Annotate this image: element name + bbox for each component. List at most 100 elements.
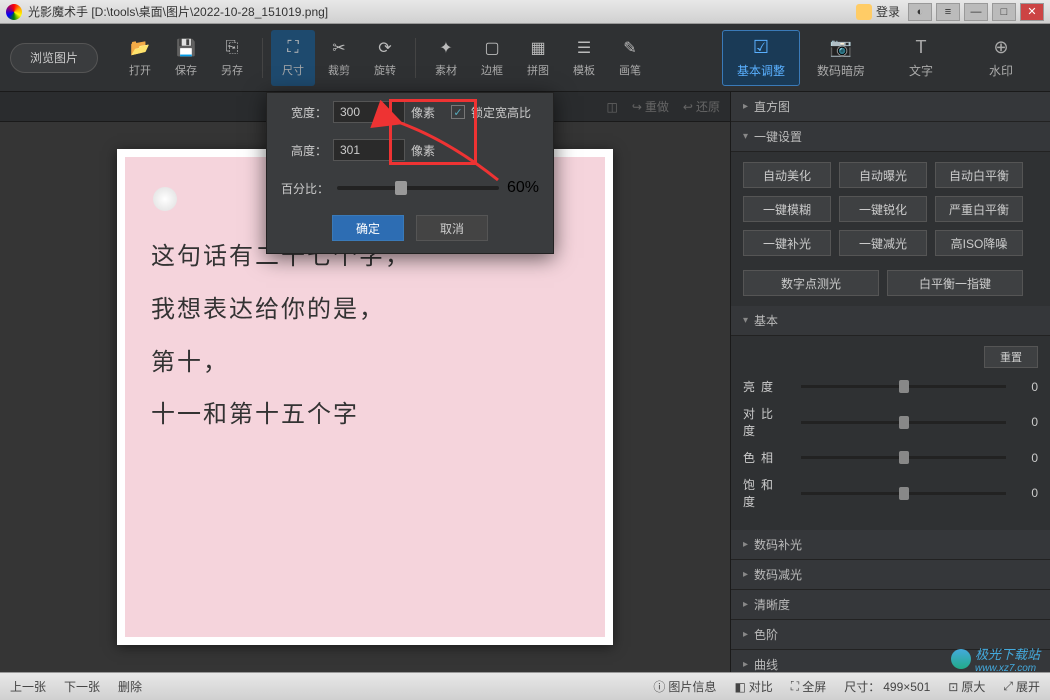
- edit-tools: ⛶尺寸 ✂裁剪 ⟳旋转: [271, 30, 407, 86]
- canvas-text: 这句话有二十七个字， 我想表达给你的是， 第十， 十一和第十五个字: [151, 231, 579, 442]
- slider-thumb[interactable]: [899, 451, 909, 464]
- fullscreen-button[interactable]: ⛶ 全屏: [791, 678, 826, 695]
- section-清晰度[interactable]: 清晰度: [731, 590, 1050, 620]
- slider-thumb[interactable]: [899, 380, 909, 393]
- browse-images-button[interactable]: 浏览图片: [10, 43, 98, 73]
- percent-slider[interactable]: [337, 186, 499, 190]
- height-label: 高度：: [281, 142, 327, 159]
- oneclick-body: 自动美化自动曝光自动白平衡一键模糊一键锐化严重白平衡一键补光一键减光高ISO降噪…: [731, 152, 1050, 306]
- delete-button[interactable]: 删除: [118, 678, 142, 695]
- slider-thumb[interactable]: [899, 487, 909, 500]
- slider-track[interactable]: [801, 421, 1006, 424]
- tab-basic-adjust[interactable]: ☑基本调整: [722, 30, 800, 86]
- slider-value: 0: [1016, 486, 1038, 500]
- next-button[interactable]: 下一张: [64, 678, 100, 695]
- login-button[interactable]: 登录: [856, 3, 900, 20]
- percent-value: 60%: [507, 179, 539, 197]
- orig-size-button[interactable]: ⊡ 原大: [948, 678, 985, 695]
- info-button[interactable]: ⓘ 图片信息: [653, 678, 716, 695]
- cancel-button[interactable]: 取消: [416, 215, 488, 241]
- slider-label: 对比度: [743, 405, 791, 439]
- height-input[interactable]: [333, 139, 405, 161]
- tab-text[interactable]: T文字: [882, 30, 960, 86]
- slider-group: 亮度0对比度0色相0饱和度0: [743, 378, 1038, 510]
- oneclick-一键模糊[interactable]: 一键模糊: [743, 196, 831, 222]
- reset-button[interactable]: 重置: [984, 346, 1038, 368]
- tab-darkroom[interactable]: 📷数码暗房: [802, 30, 880, 86]
- camera-icon: 📷: [830, 37, 852, 59]
- prev-button[interactable]: 上一张: [10, 678, 46, 695]
- slider-亮度: 亮度 0: [743, 378, 1038, 395]
- check-icon: ✓: [451, 105, 465, 119]
- slider-饱和度: 饱和度0: [743, 476, 1038, 510]
- slider-thumb[interactable]: [395, 181, 407, 195]
- ok-button[interactable]: 确定: [332, 215, 404, 241]
- section-数码补光[interactable]: 数码补光: [731, 530, 1050, 560]
- expand-button[interactable]: ⤢ 展开: [1003, 678, 1040, 695]
- oneclick-自动美化[interactable]: 自动美化: [743, 162, 831, 188]
- slider-track[interactable]: [801, 492, 1006, 495]
- oneclick-高ISO降噪[interactable]: 高ISO降噪: [935, 230, 1023, 256]
- percent-row: 百分比： 60%: [267, 169, 553, 207]
- saveas-icon: ⎘: [222, 38, 242, 58]
- settings-button[interactable]: ≡: [936, 3, 960, 21]
- crop-icon: ✂: [329, 38, 349, 58]
- oneclick-数字点测光[interactable]: 数字点测光: [743, 270, 879, 296]
- open-button[interactable]: 📂打开: [118, 30, 162, 86]
- slider-label: 色相: [743, 449, 791, 466]
- maximize-button[interactable]: □: [992, 3, 1016, 21]
- oneclick-自动曝光[interactable]: 自动曝光: [839, 162, 927, 188]
- close-button[interactable]: ✕: [1020, 3, 1044, 21]
- login-label: 登录: [876, 3, 900, 20]
- brush-button[interactable]: ✎画笔: [608, 30, 652, 86]
- oneclick-一键锐化[interactable]: 一键锐化: [839, 196, 927, 222]
- redo-button[interactable]: ↪ 重做: [632, 98, 669, 115]
- material-icon: ✦: [436, 38, 456, 58]
- compare-button[interactable]: ◧ 对比: [734, 678, 772, 695]
- undo-button[interactable]: ↩ 还原: [683, 98, 720, 115]
- window-controls: ◐ ≡ — □ ✕: [908, 3, 1044, 21]
- oneclick-白平衡一指键[interactable]: 白平衡一指键: [887, 270, 1023, 296]
- section-histogram[interactable]: 直方图: [731, 92, 1050, 122]
- border-button[interactable]: ▢边框: [470, 30, 514, 86]
- template-button[interactable]: ☰模板: [562, 30, 606, 86]
- saveas-button[interactable]: ⎘另存: [210, 30, 254, 86]
- slider-value: 0: [1016, 415, 1038, 429]
- oneclick-严重白平衡[interactable]: 严重白平衡: [935, 196, 1023, 222]
- section-basic[interactable]: 基本: [731, 306, 1050, 336]
- oneclick-自动白平衡[interactable]: 自动白平衡: [935, 162, 1023, 188]
- slider-track[interactable]: [801, 385, 1006, 388]
- oneclick-一键补光[interactable]: 一键补光: [743, 230, 831, 256]
- app-icon: [6, 4, 22, 20]
- tab-watermark[interactable]: ⊕水印: [962, 30, 1040, 86]
- minimize-button[interactable]: —: [964, 3, 988, 21]
- slider-value: 0: [1016, 380, 1038, 394]
- slider-label: 亮度: [743, 378, 791, 395]
- status-bar: 上一张 下一张 删除 ⓘ 图片信息 ◧ 对比 ⛶ 全屏 尺寸：499×501 ⊡…: [0, 672, 1050, 700]
- size-icon: ⛶: [283, 38, 303, 58]
- skin-button[interactable]: ◐: [908, 3, 932, 21]
- oneclick-一键减光[interactable]: 一键减光: [839, 230, 927, 256]
- template-icon: ☰: [574, 38, 594, 58]
- width-input[interactable]: [333, 101, 405, 123]
- oneclick-grid: 自动美化自动曝光自动白平衡一键模糊一键锐化严重白平衡一键补光一键减光高ISO降噪: [743, 162, 1038, 256]
- material-button[interactable]: ✦素材: [424, 30, 468, 86]
- height-unit: 像素: [411, 142, 435, 159]
- section-数码减光[interactable]: 数码减光: [731, 560, 1050, 590]
- save-button[interactable]: 💾保存: [164, 30, 208, 86]
- ruler-button[interactable]: ◫: [607, 100, 618, 114]
- size-button[interactable]: ⛶尺寸: [271, 30, 315, 86]
- lock-ratio-checkbox[interactable]: ✓ 锁定宽高比: [451, 104, 531, 121]
- slider-thumb[interactable]: [899, 416, 909, 429]
- rotate-button[interactable]: ⟳旋转: [363, 30, 407, 86]
- section-oneclick[interactable]: 一键设置: [731, 122, 1050, 152]
- puzzle-button[interactable]: ▦拼图: [516, 30, 560, 86]
- crop-button[interactable]: ✂裁剪: [317, 30, 361, 86]
- slider-track[interactable]: [801, 456, 1006, 459]
- main-toolbar: 浏览图片 📂打开 💾保存 ⎘另存 ⛶尺寸 ✂裁剪 ⟳旋转 ✦素材 ▢边框 ▦拼图…: [0, 24, 1050, 92]
- height-row: 高度： 像素: [267, 131, 553, 169]
- decorative-icon: [153, 187, 177, 211]
- slider-色相: 色相0: [743, 449, 1038, 466]
- file-tools: 📂打开 💾保存 ⎘另存: [118, 30, 254, 86]
- width-unit: 像素: [411, 104, 435, 121]
